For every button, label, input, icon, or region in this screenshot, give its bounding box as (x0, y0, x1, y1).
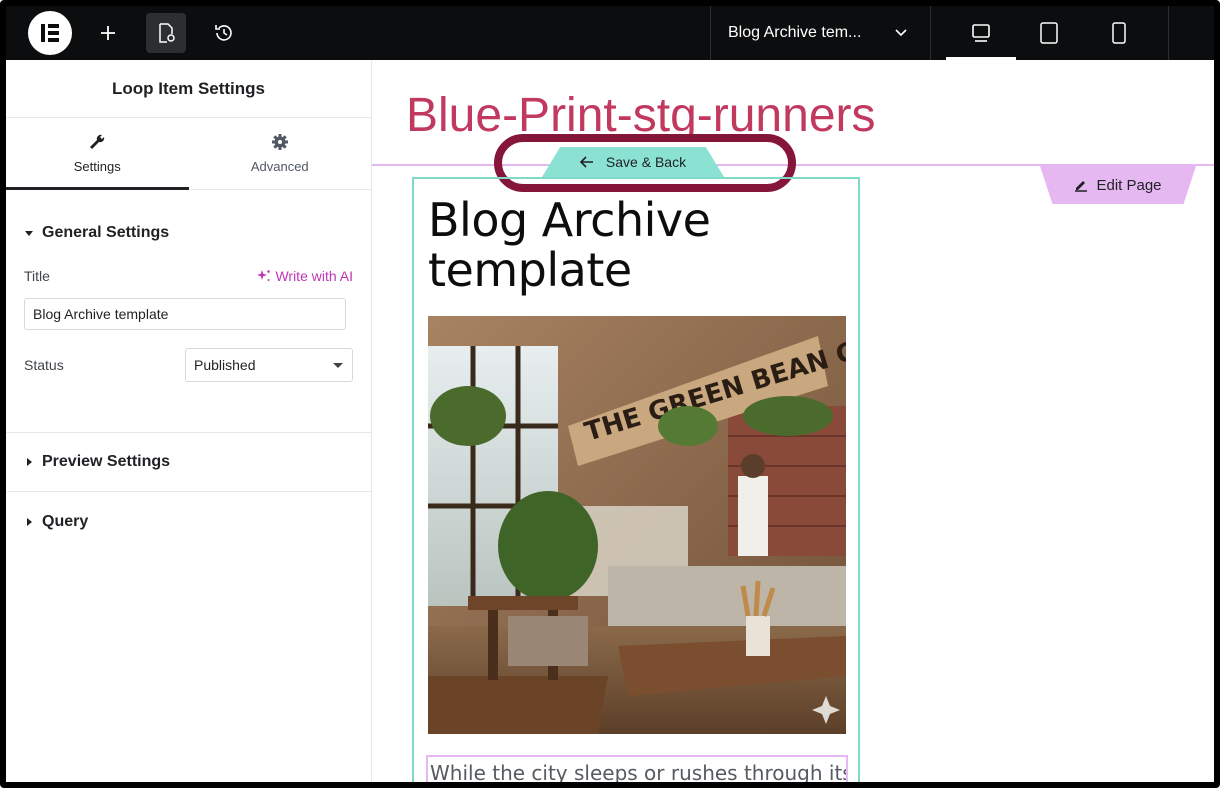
query-section[interactable]: Query (6, 492, 371, 552)
tablet-view-button[interactable] (1014, 6, 1084, 60)
post-title[interactable]: Blog Archive template (428, 193, 711, 297)
tab-settings-label: Settings (73, 159, 121, 174)
document-title: Blog Archive tem... (728, 24, 862, 41)
post-title-line: Blog Archive (428, 193, 711, 247)
caret-down-icon (25, 231, 33, 236)
post-excerpt[interactable]: While the city sleeps or rushes through … (426, 755, 848, 782)
edit-page-button[interactable]: Edit Page (1040, 166, 1196, 204)
featured-image[interactable]: THE GREEN BEAN CAFÉ (428, 316, 846, 734)
toolbar-divider (1168, 6, 1169, 60)
tab-advanced-label: Advanced (250, 159, 309, 174)
history-icon (215, 25, 232, 41)
caret-right-icon (27, 518, 32, 526)
write-with-ai-link[interactable]: Write with AI (257, 268, 353, 284)
title-label: Title (24, 268, 50, 284)
mobile-icon (1112, 22, 1126, 44)
title-input-value: Blog Archive template (33, 306, 169, 322)
add-element-button[interactable] (88, 13, 128, 53)
post-title-line: template (428, 243, 632, 297)
desktop-icon (972, 24, 990, 42)
write-with-ai-label: Write with AI (275, 268, 353, 284)
caret-down-icon (333, 363, 343, 368)
preview-canvas: Blue-Print-stg-runners Save & Back Edit … (372, 60, 1214, 782)
plus-icon (101, 26, 115, 40)
top-bar: Blog Archive tem... (6, 6, 1214, 60)
arrow-left-icon (579, 156, 593, 168)
mobile-view-button[interactable] (1084, 6, 1154, 60)
panel-tabs: Settings Advanced (6, 118, 371, 190)
ai-sparkle-icon (257, 270, 271, 281)
general-settings-label: General Settings (42, 224, 170, 241)
tablet-icon (1040, 22, 1058, 44)
elementor-logo-icon[interactable] (28, 11, 72, 55)
status-label: Status (24, 357, 64, 373)
editor-window: Blog Archive tem... Loop Item Settings S… (0, 0, 1220, 788)
save-and-back-button[interactable]: Save & Back (542, 147, 724, 177)
document-settings-icon (159, 23, 175, 43)
pencil-icon (1075, 181, 1088, 192)
caret-right-icon (27, 458, 32, 466)
wrench-icon (90, 134, 105, 149)
preview-settings-section[interactable]: Preview Settings (6, 433, 371, 491)
header-boundary-line (372, 164, 1214, 166)
chevron-down-icon (895, 29, 907, 37)
status-select[interactable]: Published (185, 348, 353, 382)
tab-advanced[interactable]: Advanced (189, 118, 372, 189)
document-title-dropdown[interactable]: Blog Archive tem... (710, 6, 930, 60)
general-settings-section[interactable]: General Settings (6, 204, 371, 262)
preview-settings-label: Preview Settings (42, 453, 171, 470)
settings-panel: Loop Item Settings Settings Advanced Gen… (6, 60, 372, 782)
query-label: Query (42, 513, 89, 530)
desktop-view-button[interactable] (946, 6, 1016, 60)
cafe-image: THE GREEN BEAN CAFÉ (428, 316, 846, 734)
title-input[interactable]: Blog Archive template (24, 298, 346, 330)
panel-title: Loop Item Settings (6, 60, 371, 118)
history-button[interactable] (204, 13, 244, 53)
tab-settings[interactable]: Settings (6, 118, 189, 190)
save-and-back-label: Save & Back (605, 154, 687, 170)
page-settings-button[interactable] (146, 13, 186, 53)
loop-item-container[interactable]: Blog Archive template THE GREEN BEAN CAF… (412, 177, 860, 782)
edit-page-label: Edit Page (1096, 176, 1162, 194)
toolbar-divider (930, 6, 931, 60)
site-title[interactable]: Blue-Print-stg-runners (406, 88, 876, 143)
status-field-row: Status Published (6, 348, 371, 382)
gear-icon (271, 134, 288, 150)
title-field-row: Title Write with AI (6, 262, 371, 290)
status-value: Published (194, 357, 256, 373)
